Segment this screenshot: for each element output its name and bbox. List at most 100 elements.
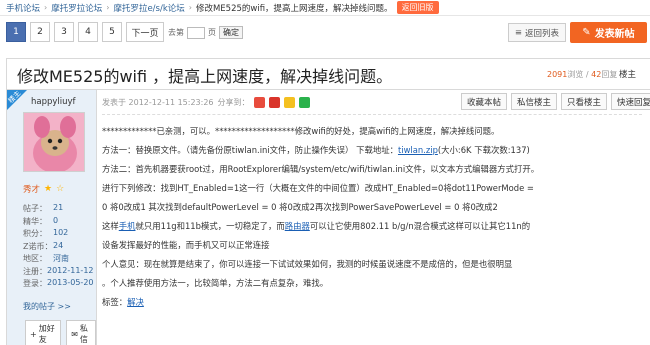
message-button[interactable]: ✉ 私信 (66, 320, 96, 345)
info-row: 帖子： 21 (23, 203, 93, 216)
rank-label: 秀才 (23, 185, 41, 195)
star-icon: ☆ (56, 184, 65, 194)
page-1-button[interactable]: 1 (6, 22, 26, 42)
body-text: 这样 (102, 221, 119, 231)
mail-icon: ✉ (71, 329, 78, 339)
my-posts-link[interactable]: 我的帖子 >> (23, 301, 71, 312)
body-line: 方法一：替换原文件。（请先备份原tiwlan.ini文件，防止操作失误） 下载地… (102, 141, 647, 160)
breadcrumb: 手机论坛 › 摩托罗拉论坛 › 摩托罗拉e/s/k论坛 › 修改ME525的wi… (0, 0, 650, 16)
body-line: 这样手机就只用11g和11b模式，一切稳定了，而路由器可以让它使用802.11 … (102, 217, 647, 236)
breadcrumb-separator: › (188, 3, 192, 12)
breadcrumb-separator: › (44, 3, 48, 12)
post-main: 楼主 happyliuyf 秀才 ★ ☆ 帖子： 21 精华： 0 积分： 102 Z… (6, 89, 650, 345)
tags-label: 标签： (102, 297, 128, 307)
back-to-list-button[interactable]: ≡ 返回列表 (508, 23, 566, 42)
info-row: Z诺币： 24 (23, 241, 93, 254)
info-key: Z诺币： (23, 241, 53, 251)
info-value[interactable]: 24 (53, 241, 63, 254)
body-line: 方法二：首先机器要获root过，用RootExplorer编辑/system/e… (102, 164, 540, 174)
message-label: 私信 (79, 324, 88, 344)
goto-label: 去第 (168, 28, 184, 37)
favorite-button[interactable]: 收藏本帖 (461, 93, 508, 110)
replies-count: 42 (591, 70, 602, 79)
post-title: 修改ME525的wifi ，提高上网速度，解决掉线问题。 (17, 67, 393, 86)
plus-icon: + (30, 329, 37, 339)
next-page-button[interactable]: 下一页 (126, 22, 164, 42)
info-row: 精华： 0 (23, 216, 93, 229)
info-value[interactable]: 21 (53, 203, 63, 216)
list-icon: ≡ (514, 27, 523, 38)
attachment-info: (大小:6K 下载次数:137) (437, 145, 530, 155)
divider (102, 114, 642, 115)
quick-reply-button[interactable]: 快速回复 (611, 93, 650, 110)
floor-label: 楼主 (619, 70, 637, 80)
keyword-link-phone[interactable]: 手机 (119, 221, 136, 231)
author-username[interactable]: happyliuyf (31, 97, 76, 107)
info-value[interactable]: 0 (53, 216, 58, 229)
breadcrumb-link-motorola-forum[interactable]: 摩托罗拉论坛 (51, 2, 102, 14)
pager-row: 1 2 3 4 5 下一页 去第 页 确定 ≡ 返回列表 ✎ 发表新帖 (0, 22, 650, 44)
author-sidebar: 楼主 happyliuyf 秀才 ★ ☆ 帖子： 21 精华： 0 积分： 102 Z… (7, 89, 97, 345)
post-content: 发表于 2012-12-11 15:23:26 分享到： 收藏本帖 私信楼主 只… (98, 90, 650, 345)
views-unit: 浏览 (567, 70, 584, 79)
info-key: 注册： (23, 266, 47, 276)
body-line: *************已亲测，可以。*******************修… (102, 126, 500, 136)
breadcrumb-link-esk-forum[interactable]: 摩托罗拉e/s/k论坛 (113, 2, 184, 14)
back-to-old-version-button[interactable]: 返回旧版 (396, 1, 439, 14)
views-count: 2091 (547, 70, 568, 79)
avatar[interactable] (23, 112, 85, 172)
post-meta: 发表于 2012-12-11 15:23:26 分享到： (102, 97, 310, 108)
post-actions: 收藏本帖 私信楼主 只看楼主 快速回复 (461, 93, 650, 110)
body-line: 0 将0改成1 其次找到defaultPowerLevel = 0 将0改成2再… (102, 202, 498, 212)
goto-unit: 页 (208, 28, 216, 37)
goto-confirm-button[interactable]: 确定 (219, 26, 243, 39)
body-text: 可以让它使用802.11 b/g/n混合模式这样可以让其它11n的 (309, 221, 531, 231)
info-key: 帖子： (23, 204, 47, 213)
share-renren-icon[interactable] (268, 97, 280, 108)
attachment-link[interactable]: tiwlan.zip (398, 145, 438, 155)
body-text: 方法一：替换原文件。（请先备份原tiwlan.ini文件，防止操作失误） 下载地… (102, 145, 398, 155)
page-2-button[interactable]: 2 (30, 22, 50, 42)
pencil-icon: ✎ (582, 27, 591, 38)
page-5-button[interactable]: 5 (102, 22, 122, 42)
author-info: 帖子： 21 精华： 0 积分： 102 Z诺币： 24 地区： 河南 注册： 2012-1… (23, 203, 94, 291)
breadcrumb-link-phone-forum[interactable]: 手机论坛 (6, 2, 40, 14)
page-4-button[interactable]: 4 (78, 22, 98, 42)
tags-line: 标签：解决 (102, 293, 647, 312)
share-qzone-icon[interactable] (283, 97, 295, 108)
post-body: *************已亲测，可以。*******************修… (102, 122, 647, 312)
page-3-button[interactable]: 3 (54, 22, 74, 42)
info-key: 积分： (23, 229, 47, 238)
post-time: 发表于 2012-12-11 15:23:26 (102, 98, 214, 107)
star-icon: ★ (44, 184, 53, 194)
info-key: 精华： (23, 216, 47, 226)
message-owner-button[interactable]: 私信楼主 (511, 93, 558, 110)
body-text: 就只用11g和11b模式，一切稳定了，而 (135, 221, 285, 231)
info-value: 2012-11-12 (47, 265, 94, 275)
share-weibo-icon[interactable] (253, 97, 265, 108)
author-buttons: + 加好友 ✉ 私信 (25, 320, 96, 345)
author-rank: 秀才 ★ ☆ (23, 183, 64, 195)
new-post-button[interactable]: ✎ 发表新帖 (570, 22, 647, 43)
breadcrumb-separator: › (106, 3, 110, 12)
breadcrumb-current: 修改ME525的wifi，提高上网速度，解决掉线问题。 (195, 3, 393, 14)
share-plus-icon[interactable] (298, 97, 310, 108)
keyword-link-router[interactable]: 路由器 (285, 221, 310, 231)
body-line: 进行下列修改：找到HT_Enabled=1这一行（大概在文件的中间位置）改成HT… (102, 183, 534, 193)
add-friend-button[interactable]: + 加好友 (25, 320, 62, 345)
tag-link[interactable]: 解决 (127, 297, 144, 307)
body-line: 。个人推荐使用方法一，比较简单，方法二有点复杂，难找。 (102, 278, 329, 288)
goto-page-input[interactable] (187, 26, 205, 39)
avatar-image (24, 113, 84, 171)
info-value[interactable]: 102 (53, 228, 68, 241)
info-value: 2013-05-20 (47, 278, 94, 287)
body-line: 个人意见：现在就算是结束了，你可以连接一下试试效果如何，我测的时候虽说速度不是成… (102, 259, 513, 269)
info-row: 登录： 2013-05-20 (23, 278, 94, 291)
info-value: 河南 (53, 254, 69, 263)
info-row: 积分： 102 (23, 228, 93, 241)
only-owner-button[interactable]: 只看楼主 (561, 93, 608, 110)
info-key: 登录： (23, 279, 47, 288)
back-to-list-label: 返回列表 (525, 28, 560, 39)
info-key: 地区： (23, 254, 47, 263)
stats-divider: / (585, 70, 589, 79)
